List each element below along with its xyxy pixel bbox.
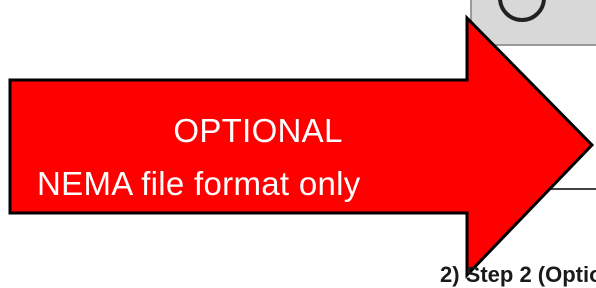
callout-line-optional: OPTIONAL [173, 112, 343, 149]
partial-button-icon [470, 0, 596, 46]
partial-step-caption: 2) Step 2 (Optio [440, 262, 596, 287]
callout-line-nema: NEMA file format only [37, 165, 361, 202]
slide-canvas: OPTIONAL NEMA file format only 2) Step 2… [0, 0, 596, 287]
